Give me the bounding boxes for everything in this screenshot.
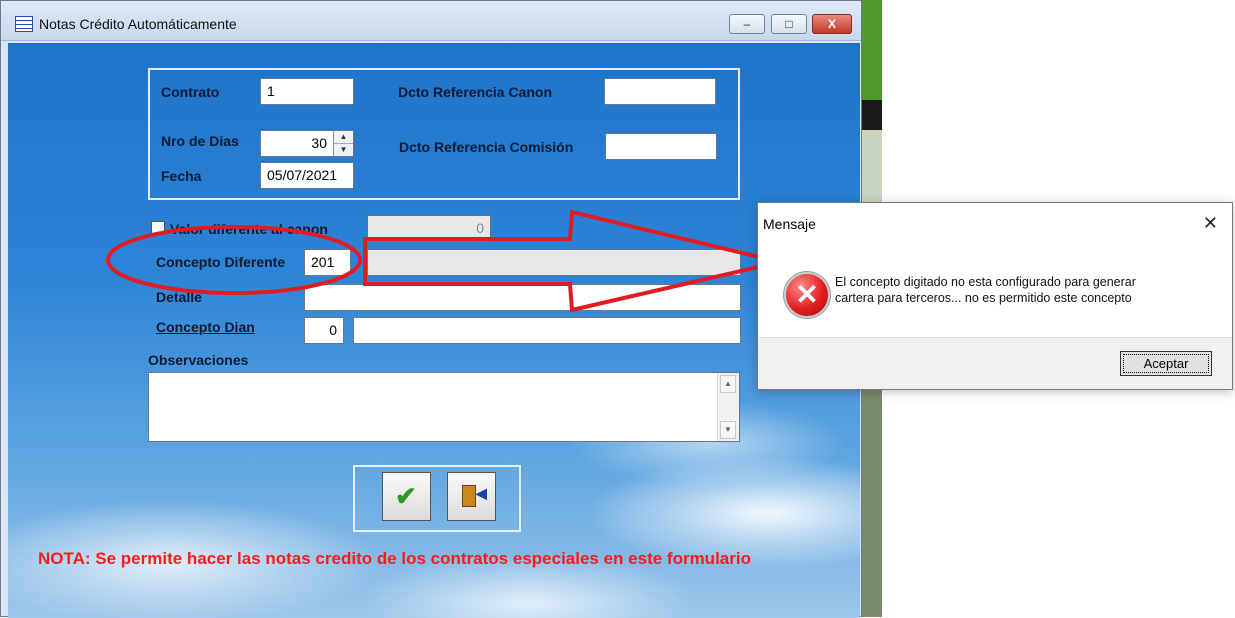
form-client-area: Contrato 1 Nro de Dias 30 ▲ ▼ Fecha 05/0… [8, 43, 860, 618]
nro-dias-spinner[interactable]: ▲ ▼ [333, 131, 353, 156]
table-app-icon [15, 16, 33, 32]
error-icon: ✕ [784, 272, 830, 318]
concepto-diferente-label: Concepto Diferente [156, 254, 286, 270]
dcto-ref-comision-label: Dcto Referencia Comisión [399, 139, 574, 155]
exit-door-icon [462, 485, 476, 507]
check-icon: ✔ [395, 481, 417, 511]
scroll-down-icon[interactable]: ▼ [720, 421, 736, 439]
valor-diferente-input[interactable]: 0 [367, 215, 491, 242]
dcto-ref-canon-input[interactable] [604, 78, 716, 105]
observaciones-label: Observaciones [148, 352, 249, 368]
dialog-message-line-1: El concepto digitado no esta configurado… [835, 275, 1136, 289]
concepto-dian-desc-input[interactable] [353, 317, 741, 344]
dcto-ref-comision-input[interactable] [605, 133, 717, 160]
observaciones-scrollbar[interactable]: ▲ ▼ [717, 373, 739, 441]
dialog-message: El concepto digitado no esta configurado… [835, 274, 1225, 306]
fecha-input[interactable]: 05/07/2021 [260, 162, 354, 189]
spin-down-icon[interactable]: ▼ [334, 143, 353, 155]
concepto-dian-code-input[interactable]: 0 [304, 317, 344, 344]
mensaje-dialog: Mensaje ✕ ✕ El concepto digitado no esta… [757, 202, 1233, 390]
detalle-input[interactable] [304, 284, 741, 311]
concepto-diferente-code-input[interactable]: 201 [304, 249, 351, 276]
accept-button[interactable]: ✔ [382, 472, 431, 521]
exit-button[interactable]: ◀ [447, 472, 496, 521]
minimize-button[interactable]: – [729, 14, 765, 34]
dialog-title: Mensaje [763, 216, 816, 232]
valor-diferente-checkbox[interactable] [151, 221, 165, 235]
concepto-diferente-desc [367, 249, 741, 276]
contrato-label: Contrato [161, 84, 220, 100]
dialog-close-icon[interactable]: ✕ [1203, 213, 1218, 234]
maximize-button[interactable]: □ [771, 14, 807, 34]
exit-arrow-icon: ◀ [476, 485, 487, 501]
nota-message: NOTA: Se permite hacer las notas credito… [38, 549, 751, 568]
dialog-footer: Aceptar [758, 337, 1232, 389]
contrato-input[interactable]: 1 [260, 78, 354, 105]
notas-credito-window: Notas Crédito Automáticamente – □ X Cont… [0, 0, 862, 618]
window-title: Notas Crédito Automáticamente [39, 16, 237, 32]
close-button[interactable]: X [812, 14, 852, 34]
valor-diferente-label: Valor diferente al canon [170, 221, 328, 237]
aceptar-button[interactable]: Aceptar [1120, 351, 1212, 376]
detalle-label: Detalle [156, 289, 202, 305]
nro-dias-label: Nro de Dias [161, 133, 239, 149]
dcto-ref-canon-label: Dcto Referencia Canon [398, 84, 553, 100]
dialog-message-line-2: cartera para terceros... no es permitido… [835, 291, 1132, 305]
title-bar[interactable]: Notas Crédito Automáticamente – □ X [1, 1, 861, 41]
concepto-dian-link[interactable]: Concepto Dian [156, 319, 255, 335]
fecha-label: Fecha [161, 168, 202, 184]
scroll-up-icon[interactable]: ▲ [720, 375, 736, 393]
observaciones-textarea[interactable]: ▲ ▼ [148, 372, 740, 442]
spin-up-icon[interactable]: ▲ [334, 131, 353, 143]
